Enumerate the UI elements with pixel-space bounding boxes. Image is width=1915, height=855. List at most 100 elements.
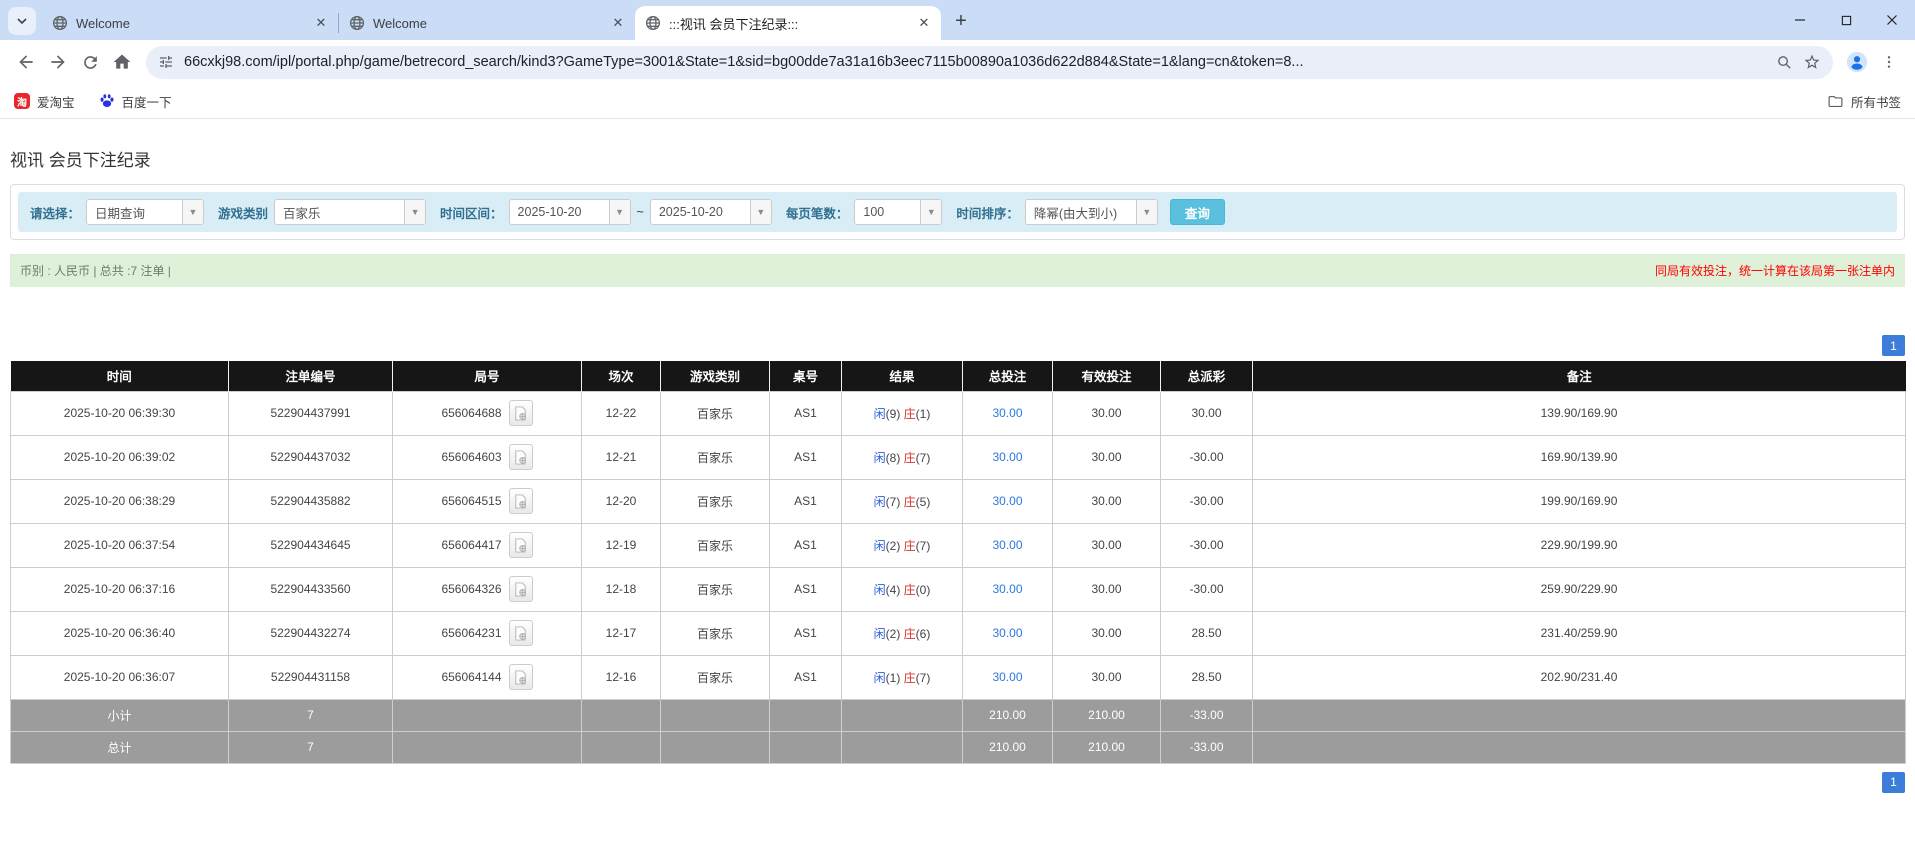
browser-tab-1[interactable]: Welcome ✕ (42, 6, 338, 40)
date-from-select[interactable]: 2025-10-20 ▼ (509, 199, 631, 225)
video-replay-icon[interactable] (509, 532, 533, 558)
cell-table-number: AS1 (770, 655, 842, 699)
round-number: 656064688 (441, 406, 501, 420)
query-mode-label: 请选择： (30, 203, 80, 222)
cell-round-number: 656064417 (393, 523, 582, 567)
total-bet-link[interactable]: 30.00 (992, 450, 1022, 464)
summary-cell (770, 699, 842, 731)
table-row: 2025-10-20 06:36:40522904432274656064231… (11, 611, 1906, 655)
query-mode-select[interactable]: 日期查询 ▼ (86, 199, 204, 225)
round-number: 656064231 (441, 626, 501, 640)
close-window-button[interactable] (1869, 0, 1915, 40)
column-header: 有效投注 (1053, 361, 1161, 391)
cell-result: 闲(9) 庄(1) (842, 391, 963, 435)
video-replay-icon[interactable] (509, 444, 533, 470)
maximize-button[interactable] (1823, 0, 1869, 40)
cell-table-number: AS1 (770, 435, 842, 479)
close-icon[interactable]: ✕ (312, 14, 330, 32)
page-size-label: 每页笔数： (786, 203, 849, 222)
total-bet-link[interactable]: 30.00 (992, 538, 1022, 552)
cell-bet-number: 522904437032 (229, 435, 393, 479)
cell-session: 12-16 (582, 655, 661, 699)
cell-game-type: 百家乐 (661, 567, 770, 611)
video-replay-icon[interactable] (509, 664, 533, 690)
cell-result: 闲(7) 庄(5) (842, 479, 963, 523)
column-header: 时间 (11, 361, 229, 391)
browser-tab-2[interactable]: Welcome ✕ (339, 6, 635, 40)
total-bet-link[interactable]: 30.00 (992, 670, 1022, 684)
cell-time: 2025-10-20 06:39:02 (11, 435, 229, 479)
page-1-button[interactable]: 1 (1882, 772, 1905, 793)
game-type-select[interactable]: 百家乐 ▼ (274, 199, 426, 225)
cell-total-bet: 30.00 (963, 435, 1053, 479)
video-replay-icon[interactable] (509, 576, 533, 602)
column-header: 总派彩 (1161, 361, 1253, 391)
date-to-select[interactable]: 2025-10-20 ▼ (650, 199, 772, 225)
summary-row: 小计7210.00210.00-33.00 (11, 699, 1906, 731)
total-bet-link[interactable]: 30.00 (992, 582, 1022, 596)
menu-icon[interactable] (1873, 46, 1905, 78)
bookmark-aitaobao[interactable]: 淘 爱淘宝 (14, 92, 75, 111)
back-button[interactable] (10, 46, 42, 78)
summary-label: 总计 (11, 731, 229, 763)
page-size-select[interactable]: 100 ▼ (854, 199, 942, 225)
bookmark-star-icon[interactable] (1803, 53, 1821, 71)
minimize-button[interactable] (1777, 0, 1823, 40)
new-tab-button[interactable]: + (947, 7, 975, 35)
cell-total-bet: 30.00 (963, 567, 1053, 611)
column-header: 备注 (1253, 361, 1906, 391)
banker-label: 庄 (904, 451, 916, 465)
page-title: 视讯 会员下注纪录 (10, 146, 1905, 171)
zoom-icon[interactable] (1776, 54, 1793, 71)
address-bar[interactable]: 66cxkj98.com/ipl/portal.php/game/betreco… (146, 46, 1833, 79)
site-settings-icon[interactable] (158, 54, 174, 70)
video-replay-icon[interactable] (509, 488, 533, 514)
cell-total-bet: 30.00 (963, 479, 1053, 523)
game-type-label: 游戏类别 (218, 203, 268, 222)
player-label: 闲 (874, 407, 886, 421)
bookmark-label: 爱淘宝 (37, 92, 75, 111)
video-replay-icon[interactable] (509, 620, 533, 646)
globe-icon (52, 15, 68, 31)
home-button[interactable] (106, 46, 138, 78)
banker-label: 庄 (904, 671, 916, 685)
cell-result: 闲(8) 庄(7) (842, 435, 963, 479)
reload-button[interactable] (74, 46, 106, 78)
total-bet-link[interactable]: 30.00 (992, 406, 1022, 420)
column-header: 场次 (582, 361, 661, 391)
cell-bet-number: 522904432274 (229, 611, 393, 655)
bookmark-baidu[interactable]: 百度一下 (99, 92, 172, 111)
column-header: 游戏类别 (661, 361, 770, 391)
close-icon[interactable]: ✕ (915, 14, 933, 32)
summary-cell (842, 699, 963, 731)
all-bookmarks-button[interactable]: 所有书签 (1827, 92, 1901, 111)
video-replay-icon[interactable] (509, 400, 533, 426)
cell-time: 2025-10-20 06:38:29 (11, 479, 229, 523)
browser-tab-active[interactable]: :::视讯 会员下注纪录::: ✕ (635, 6, 941, 40)
column-header: 结果 (842, 361, 963, 391)
summary-cell (770, 731, 842, 763)
total-bet-link[interactable]: 30.00 (992, 626, 1022, 640)
browser-window: Welcome ✕ Welcome ✕ :::视讯 会员下注纪录::: ✕ + (0, 0, 1915, 119)
total-bet-link[interactable]: 30.00 (992, 494, 1022, 508)
sort-order-select[interactable]: 降幂(由大到小) ▼ (1025, 199, 1158, 225)
summary-cell (393, 731, 582, 763)
cell-valid-bet: 30.00 (1053, 391, 1161, 435)
forward-button[interactable] (42, 46, 74, 78)
round-number: 656064144 (441, 670, 501, 684)
profile-avatar[interactable] (1841, 46, 1873, 78)
cell-game-type: 百家乐 (661, 435, 770, 479)
close-icon[interactable]: ✕ (609, 14, 627, 32)
cell-payout: -30.00 (1161, 479, 1253, 523)
cell-round-number: 656064688 (393, 391, 582, 435)
table-row: 2025-10-20 06:37:16522904433560656064326… (11, 567, 1906, 611)
tab-search-button[interactable] (8, 7, 36, 35)
tab-title: Welcome (76, 16, 304, 31)
cell-result: 闲(4) 庄(0) (842, 567, 963, 611)
page-1-button[interactable]: 1 (1882, 335, 1905, 356)
cell-remark: 169.90/139.90 (1253, 435, 1906, 479)
search-button[interactable]: 查询 (1170, 199, 1225, 225)
cell-bet-number: 522904431158 (229, 655, 393, 699)
player-label: 闲 (874, 627, 886, 641)
cell-round-number: 656064515 (393, 479, 582, 523)
